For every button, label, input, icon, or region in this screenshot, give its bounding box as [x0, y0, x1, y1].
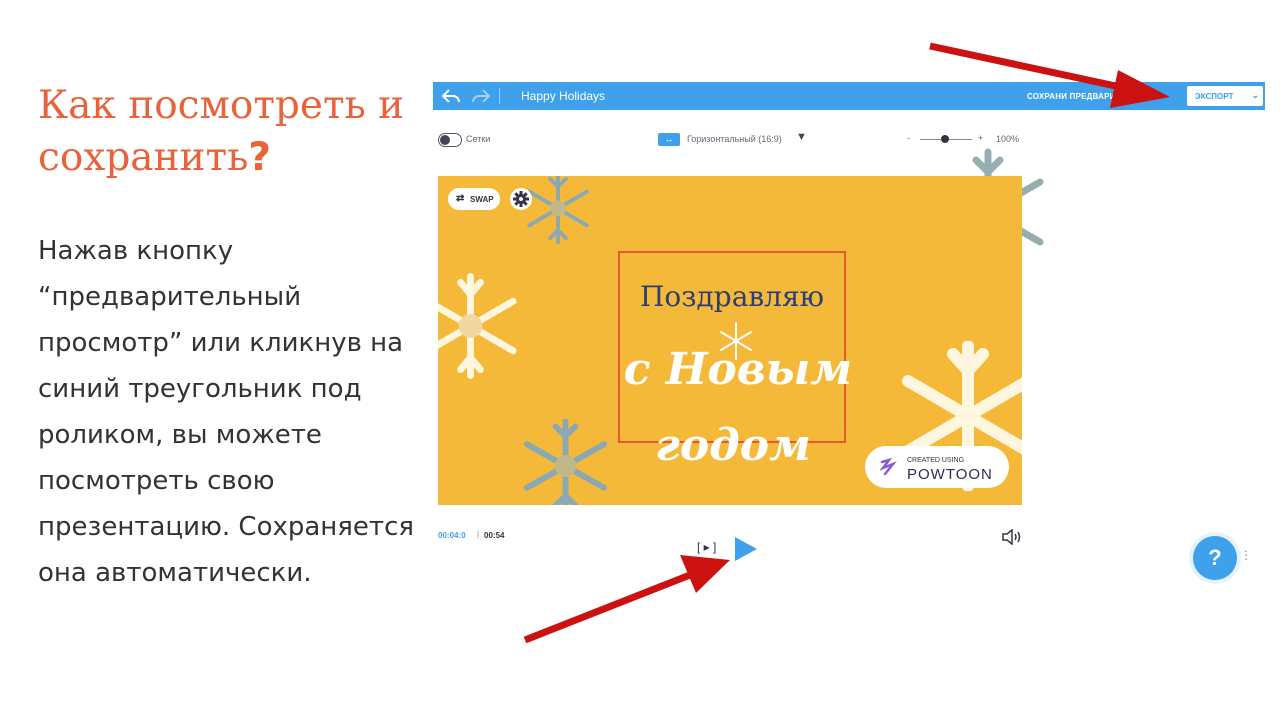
settings-button[interactable] — [510, 188, 532, 210]
slide-title: Как посмотреть и сохранить? — [38, 80, 428, 184]
snowflake-icon — [527, 176, 589, 245]
save-preview-links[interactable]: СОХРАНИ ПРЕДВАРИТЕЛЬНЫЙ — [1027, 92, 1158, 101]
watermark-brand: POWTOON — [907, 466, 993, 483]
orientation-select[interactable]: Горизонтальный (16:9) — [687, 134, 782, 144]
swap-icon: ⇄ — [456, 193, 465, 204]
help-button[interactable]: ? — [1193, 536, 1237, 580]
zoom-slider-handle[interactable] — [941, 135, 949, 143]
export-label: ЭКСПОРТ — [1195, 92, 1234, 101]
editor-toolbar: Сетки ↔ Горизонтальный (16:9) ▼ - + 100% — [433, 124, 1265, 154]
total-time: 00:54 — [484, 531, 505, 540]
toggle-knob — [440, 135, 450, 145]
editor-screenshot: Happy Holidays СОХРАНИ ПРЕДВАРИТЕЛЬНЫЙ Э… — [433, 82, 1265, 588]
zoom-in-button[interactable]: + — [978, 133, 983, 143]
grid-toggle[interactable] — [438, 133, 462, 147]
snowflake-icon — [438, 273, 517, 379]
speaker-icon[interactable] — [1001, 529, 1023, 545]
swap-button[interactable]: ⇄ SWAP — [448, 188, 500, 210]
snowflake-icon — [523, 418, 608, 505]
greeting-line-2[interactable]: с Новым — [588, 344, 888, 395]
watermark-created-using: CREATED USING — [907, 457, 965, 464]
grid-label: Сетки — [466, 134, 491, 144]
gear-icon — [513, 191, 529, 207]
greeting-line-1[interactable]: Поздравляю — [618, 280, 846, 313]
video-canvas[interactable]: ⇄ SWAP Поздравляю с Новым годом CREATED … — [438, 176, 1022, 505]
slide-body-text: Нажав кнопку “предварительный просмотр” … — [38, 236, 415, 588]
play-icon[interactable] — [735, 537, 757, 561]
editor-topbar: Happy Holidays СОХРАНИ ПРЕДВАРИТЕЛЬНЫЙ Э… — [433, 82, 1265, 110]
question-mark: ? — [248, 135, 271, 180]
greeting-line-3[interactable]: годом — [608, 420, 858, 471]
swap-label: SWAP — [470, 195, 494, 204]
topbar-divider — [499, 88, 500, 104]
zoom-level: 100% — [996, 134, 1020, 144]
more-menu-icon[interactable]: ⋮ — [1240, 548, 1252, 562]
zoom-out-button[interactable]: - — [907, 133, 910, 143]
time-separator: | — [477, 530, 480, 539]
caret-down-icon[interactable]: ▼ — [796, 131, 807, 143]
export-button[interactable]: ЭКСПОРТ ⌄ — [1187, 86, 1263, 106]
project-name[interactable]: Happy Holidays — [521, 89, 605, 103]
current-time: 00:04:0 — [438, 531, 466, 540]
powtoon-watermark: CREATED USING POWTOON — [865, 446, 1009, 488]
chevron-down-icon: ⌄ — [1251, 90, 1259, 100]
redo-icon[interactable] — [471, 87, 491, 105]
preview-button[interactable]: [ ▸ ] — [697, 540, 716, 554]
slide-title-text: Как посмотреть и сохранить — [38, 83, 405, 180]
undo-icon[interactable] — [441, 87, 461, 105]
powtoon-logo-icon — [879, 457, 897, 476]
orientation-icon[interactable]: ↔ — [658, 133, 680, 146]
